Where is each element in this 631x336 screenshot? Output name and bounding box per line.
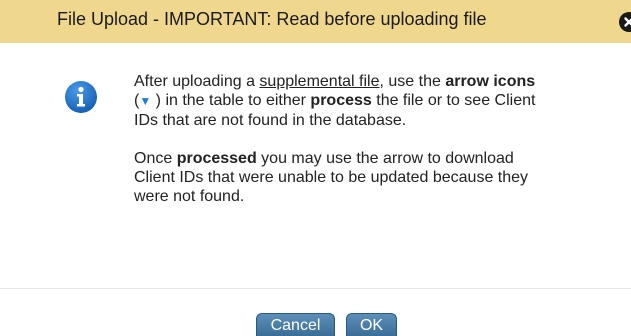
message-paragraph-1: After uploading a supplemental file, use… [134, 72, 554, 130]
process-emphasis: process [310, 92, 372, 109]
cancel-button[interactable]: Cancel [256, 313, 335, 336]
message-text: , use the [379, 73, 446, 90]
arrow-down-icon: ▼ [139, 94, 152, 108]
supplemental-file-link[interactable]: supplemental file [259, 73, 379, 90]
dialog-message: After uploading a supplemental file, use… [134, 72, 554, 206]
message-text: After uploading a [134, 73, 260, 90]
dialog-titlebar: File Upload - IMPORTANT: Read before upl… [0, 0, 631, 43]
message-paragraph-2: Once processed you may use the arrow to … [134, 149, 554, 206]
close-icon[interactable] [619, 12, 631, 32]
dialog-title: File Upload - IMPORTANT: Read before upl… [57, 9, 487, 29]
footer-divider [0, 288, 631, 289]
file-upload-dialog: File Upload - IMPORTANT: Read before upl… [0, 0, 631, 336]
message-text: Once [134, 150, 177, 167]
processed-emphasis: processed [176, 150, 257, 167]
message-text: ) in the table to either [151, 92, 311, 109]
ok-button[interactable]: OK [346, 313, 397, 336]
arrow-icons-emphasis: arrow icons [445, 73, 536, 90]
info-icon [64, 80, 98, 114]
